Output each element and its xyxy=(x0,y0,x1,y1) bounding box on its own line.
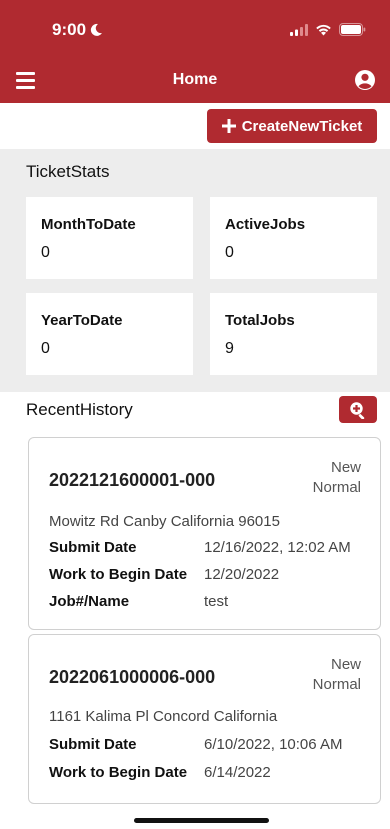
ticket-card[interactable]: 2022121600001-000 New Normal Mowitz Rd C… xyxy=(28,437,381,630)
ticket-address: Mowitz Rd Canby California 96015 xyxy=(49,513,280,530)
stat-label: TotalJobs xyxy=(225,312,295,329)
submit-date-value: 6/10/2022, 10:06 AM xyxy=(204,736,343,753)
page-title: Home xyxy=(172,71,218,88)
ticket-status-state: New xyxy=(330,459,361,476)
app-header: Home xyxy=(0,60,390,103)
wifi-icon xyxy=(316,24,331,35)
status-bar: 9:00 xyxy=(0,0,390,60)
status-time: 9:00 xyxy=(52,20,103,40)
work-begin-date-label: Work to Begin Date xyxy=(49,566,188,583)
ticket-status-state: New xyxy=(330,656,361,673)
create-new-ticket-button[interactable]: CreateNewTicket xyxy=(207,109,377,143)
stat-card-month-to-date: MonthToDate 0 xyxy=(26,197,193,279)
plus-icon xyxy=(221,119,236,133)
home-indicator xyxy=(134,818,269,823)
search-history-button[interactable] xyxy=(339,396,377,423)
ticket-address: 1161 Kalima Pl Concord California xyxy=(49,708,278,725)
account-icon[interactable] xyxy=(354,69,376,96)
ticket-number: 2022121600001-000 xyxy=(49,470,216,490)
stat-label: YearToDate xyxy=(41,312,123,329)
create-new-ticket-label: CreateNewTicket xyxy=(241,117,363,135)
stat-label: ActiveJobs xyxy=(225,216,306,233)
job-name-label: Job#/Name xyxy=(49,593,130,610)
stat-value: 9 xyxy=(225,340,234,357)
status-icons xyxy=(290,23,366,36)
ticket-status-priority: Normal xyxy=(312,479,361,496)
battery-icon xyxy=(339,23,366,36)
job-name-value: test xyxy=(204,593,229,610)
ticket-number: 2022061000006-000 xyxy=(49,667,216,687)
ticket-stats-section: TicketStats MonthToDate 0 ActiveJobs 0 Y… xyxy=(0,149,390,392)
ticket-status: New Normal xyxy=(313,458,361,498)
stat-card-total-jobs: TotalJobs 9 xyxy=(210,293,377,375)
work-begin-date-value: 12/20/2022 xyxy=(204,566,280,583)
stat-card-active-jobs: ActiveJobs 0 xyxy=(210,197,377,279)
recent-history-title: RecentHistory xyxy=(26,400,133,419)
ticket-card[interactable]: 2022061000006-000 New Normal 1161 Kalima… xyxy=(28,634,381,804)
stat-label: MonthToDate xyxy=(41,216,136,233)
ticket-stats-title: TicketStats xyxy=(26,162,110,181)
work-begin-date-value: 6/14/2022 xyxy=(204,764,271,781)
ticket-status: New Normal xyxy=(313,655,361,695)
zoom-in-icon xyxy=(350,401,365,419)
moon-icon xyxy=(90,23,103,36)
stat-card-year-to-date: YearToDate 0 xyxy=(26,293,193,375)
submit-date-label: Submit Date xyxy=(49,736,137,753)
submit-date-value: 12/16/2022, 12:02 AM xyxy=(204,539,351,556)
status-time-text: 9:00 xyxy=(52,20,87,39)
work-begin-date-label: Work to Begin Date xyxy=(49,764,188,781)
stat-value: 0 xyxy=(41,244,50,261)
stat-value: 0 xyxy=(41,340,50,357)
submit-date-label: Submit Date xyxy=(49,539,137,556)
signal-icon xyxy=(290,23,308,36)
stat-value: 0 xyxy=(225,244,234,261)
ticket-status-priority: Normal xyxy=(312,676,361,693)
